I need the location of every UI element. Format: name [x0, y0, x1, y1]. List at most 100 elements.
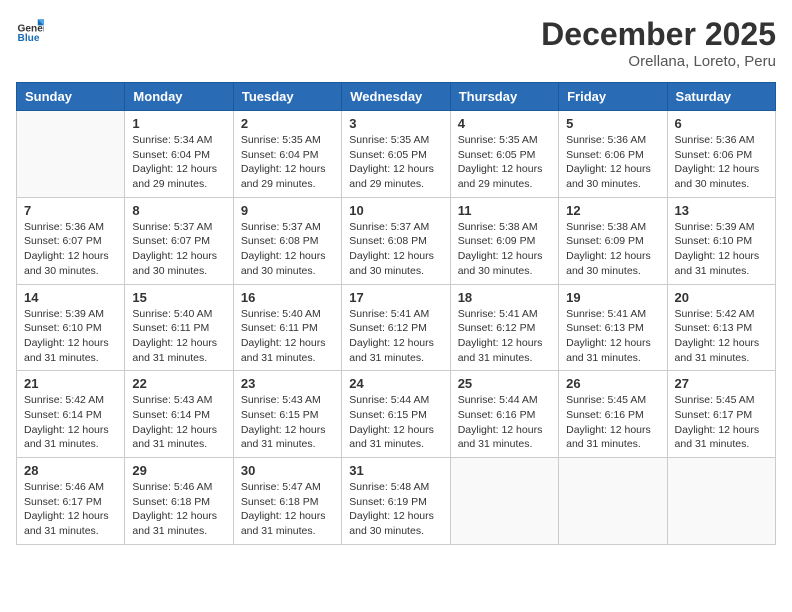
- calendar-cell: 8Sunrise: 5:37 AM Sunset: 6:07 PM Daylig…: [125, 197, 233, 284]
- calendar-cell: 28 Sunrise: 5:46 AM Sunset: 6:17 PM Dayli…: [17, 458, 125, 545]
- day-info: Sunrise: 5:45 AM Sunset: 6:16 PM Dayligh…: [566, 393, 659, 452]
- day-info: Sunrise: 5:37 AM Sunset: 6:08 PM Dayligh…: [241, 220, 334, 279]
- column-header-friday: Friday: [559, 83, 667, 111]
- calendar-cell: 27 Sunrise: 5:45 AM Sunset: 6:17 PM Dayli…: [667, 371, 775, 458]
- month-title: December 2025: [541, 16, 776, 53]
- day-number: 1: [132, 116, 225, 131]
- calendar-cell: 1 Sunrise: 5:34 AM Sunset: 6:04 PM Daylig…: [125, 111, 233, 198]
- calendar-cell: 19 Sunrise: 5:41 AM Sunset: 6:13 PM Dayli…: [559, 284, 667, 371]
- day-number: 14: [24, 290, 117, 305]
- column-header-thursday: Thursday: [450, 83, 558, 111]
- day-info: Sunrise: 5:41 AM Sunset: 6:13 PM Dayligh…: [566, 307, 659, 366]
- day-number: 28: [24, 463, 117, 478]
- calendar-cell: 15 Sunrise: 5:40 AM Sunset: 6:11 PM Dayli…: [125, 284, 233, 371]
- day-info: Sunrise: 5:47 AM Sunset: 6:18 PM Dayligh…: [241, 480, 334, 539]
- header: General Blue December 2025 Orellana, Lor…: [16, 16, 776, 70]
- day-info: Sunrise: 5:43 AM Sunset: 6:15 PM Dayligh…: [241, 393, 334, 452]
- calendar-cell: 31 Sunrise: 5:48 AM Sunset: 6:19 PM Dayli…: [342, 458, 450, 545]
- calendar-cell: 17 Sunrise: 5:41 AM Sunset: 6:12 PM Dayli…: [342, 284, 450, 371]
- calendar-cell: 30 Sunrise: 5:47 AM Sunset: 6:18 PM Dayli…: [233, 458, 341, 545]
- day-number: 10: [349, 203, 442, 218]
- day-info: Sunrise: 5:36 AM Sunset: 6:06 PM Dayligh…: [566, 133, 659, 192]
- calendar-cell: 23 Sunrise: 5:43 AM Sunset: 6:15 PM Dayli…: [233, 371, 341, 458]
- day-info: Sunrise: 5:46 AM Sunset: 6:18 PM Dayligh…: [132, 480, 225, 539]
- week-row-5: 28 Sunrise: 5:46 AM Sunset: 6:17 PM Dayli…: [17, 458, 776, 545]
- week-row-3: 14 Sunrise: 5:39 AM Sunset: 6:10 PM Dayli…: [17, 284, 776, 371]
- day-number: 9: [241, 203, 334, 218]
- day-info: Sunrise: 5:36 AM Sunset: 6:06 PM Dayligh…: [675, 133, 768, 192]
- day-number: 17: [349, 290, 442, 305]
- day-number: 16: [241, 290, 334, 305]
- day-info: Sunrise: 5:46 AM Sunset: 6:17 PM Dayligh…: [24, 480, 117, 539]
- day-number: 8: [132, 203, 225, 218]
- calendar-cell: 6 Sunrise: 5:36 AM Sunset: 6:06 PM Daylig…: [667, 111, 775, 198]
- day-number: 15: [132, 290, 225, 305]
- day-number: 19: [566, 290, 659, 305]
- calendar-cell: [450, 458, 558, 545]
- day-number: 22: [132, 376, 225, 391]
- week-row-2: 7 Sunrise: 5:36 AM Sunset: 6:07 PM Daylig…: [17, 197, 776, 284]
- calendar-header-row: SundayMondayTuesdayWednesdayThursdayFrid…: [17, 83, 776, 111]
- day-number: 5: [566, 116, 659, 131]
- day-info: Sunrise: 5:40 AM Sunset: 6:11 PM Dayligh…: [241, 307, 334, 366]
- day-number: 24: [349, 376, 442, 391]
- day-info: Sunrise: 5:36 AM Sunset: 6:07 PM Dayligh…: [24, 220, 117, 279]
- day-info: Sunrise: 5:42 AM Sunset: 6:13 PM Dayligh…: [675, 307, 768, 366]
- day-info: Sunrise: 5:45 AM Sunset: 6:17 PM Dayligh…: [675, 393, 768, 452]
- column-header-wednesday: Wednesday: [342, 83, 450, 111]
- day-info: Sunrise: 5:38 AM Sunset: 6:09 PM Dayligh…: [458, 220, 551, 279]
- day-number: 29: [132, 463, 225, 478]
- calendar-cell: 21 Sunrise: 5:42 AM Sunset: 6:14 PM Dayli…: [17, 371, 125, 458]
- calendar-cell: 18Sunrise: 5:41 AM Sunset: 6:12 PM Dayli…: [450, 284, 558, 371]
- column-header-saturday: Saturday: [667, 83, 775, 111]
- calendar-cell: [559, 458, 667, 545]
- day-number: 12: [566, 203, 659, 218]
- day-info: Sunrise: 5:41 AM Sunset: 6:12 PM Dayligh…: [349, 307, 442, 366]
- day-info: Sunrise: 5:42 AM Sunset: 6:14 PM Dayligh…: [24, 393, 117, 452]
- day-info: Sunrise: 5:44 AM Sunset: 6:16 PM Dayligh…: [458, 393, 551, 452]
- day-info: Sunrise: 5:48 AM Sunset: 6:19 PM Dayligh…: [349, 480, 442, 539]
- day-number: 23: [241, 376, 334, 391]
- day-number: 6: [675, 116, 768, 131]
- day-info: Sunrise: 5:39 AM Sunset: 6:10 PM Dayligh…: [24, 307, 117, 366]
- day-info: Sunrise: 5:35 AM Sunset: 6:04 PM Dayligh…: [241, 133, 334, 192]
- calendar-cell: 5 Sunrise: 5:36 AM Sunset: 6:06 PM Daylig…: [559, 111, 667, 198]
- day-number: 13: [675, 203, 768, 218]
- calendar-cell: 20 Sunrise: 5:42 AM Sunset: 6:13 PM Dayli…: [667, 284, 775, 371]
- calendar-cell: 4Sunrise: 5:35 AM Sunset: 6:05 PM Daylig…: [450, 111, 558, 198]
- column-header-sunday: Sunday: [17, 83, 125, 111]
- calendar-cell: 25 Sunrise: 5:44 AM Sunset: 6:16 PM Dayli…: [450, 371, 558, 458]
- column-header-tuesday: Tuesday: [233, 83, 341, 111]
- day-number: 11: [458, 203, 551, 218]
- day-number: 25: [458, 376, 551, 391]
- day-number: 20: [675, 290, 768, 305]
- calendar-cell: 7 Sunrise: 5:36 AM Sunset: 6:07 PM Daylig…: [17, 197, 125, 284]
- logo-icon: General Blue: [16, 16, 44, 44]
- day-info: Sunrise: 5:44 AM Sunset: 6:15 PM Dayligh…: [349, 393, 442, 452]
- svg-text:Blue: Blue: [18, 33, 40, 44]
- day-number: 7: [24, 203, 117, 218]
- calendar-table: SundayMondayTuesdayWednesdayThursdayFrid…: [16, 82, 776, 545]
- calendar-cell: 9 Sunrise: 5:37 AM Sunset: 6:08 PM Daylig…: [233, 197, 341, 284]
- day-number: 4: [458, 116, 551, 131]
- day-number: 27: [675, 376, 768, 391]
- logo: General Blue: [16, 16, 44, 44]
- week-row-4: 21 Sunrise: 5:42 AM Sunset: 6:14 PM Dayli…: [17, 371, 776, 458]
- day-number: 30: [241, 463, 334, 478]
- calendar-cell: 14 Sunrise: 5:39 AM Sunset: 6:10 PM Dayli…: [17, 284, 125, 371]
- day-number: 3: [349, 116, 442, 131]
- day-number: 21: [24, 376, 117, 391]
- calendar-cell: 16 Sunrise: 5:40 AM Sunset: 6:11 PM Dayli…: [233, 284, 341, 371]
- day-info: Sunrise: 5:40 AM Sunset: 6:11 PM Dayligh…: [132, 307, 225, 366]
- calendar-cell: 2Sunrise: 5:35 AM Sunset: 6:04 PM Daylig…: [233, 111, 341, 198]
- day-number: 31: [349, 463, 442, 478]
- calendar-cell: 11 Sunrise: 5:38 AM Sunset: 6:09 PM Dayli…: [450, 197, 558, 284]
- calendar-cell: 3Sunrise: 5:35 AM Sunset: 6:05 PM Daylig…: [342, 111, 450, 198]
- week-row-1: 1 Sunrise: 5:34 AM Sunset: 6:04 PM Daylig…: [17, 111, 776, 198]
- day-info: Sunrise: 5:41 AM Sunset: 6:12 PM Dayligh…: [458, 307, 551, 366]
- calendar-cell: [17, 111, 125, 198]
- day-info: Sunrise: 5:39 AM Sunset: 6:10 PM Dayligh…: [675, 220, 768, 279]
- day-info: Sunrise: 5:34 AM Sunset: 6:04 PM Dayligh…: [132, 133, 225, 192]
- title-area: December 2025 Orellana, Loreto, Peru: [541, 16, 776, 70]
- day-info: Sunrise: 5:43 AM Sunset: 6:14 PM Dayligh…: [132, 393, 225, 452]
